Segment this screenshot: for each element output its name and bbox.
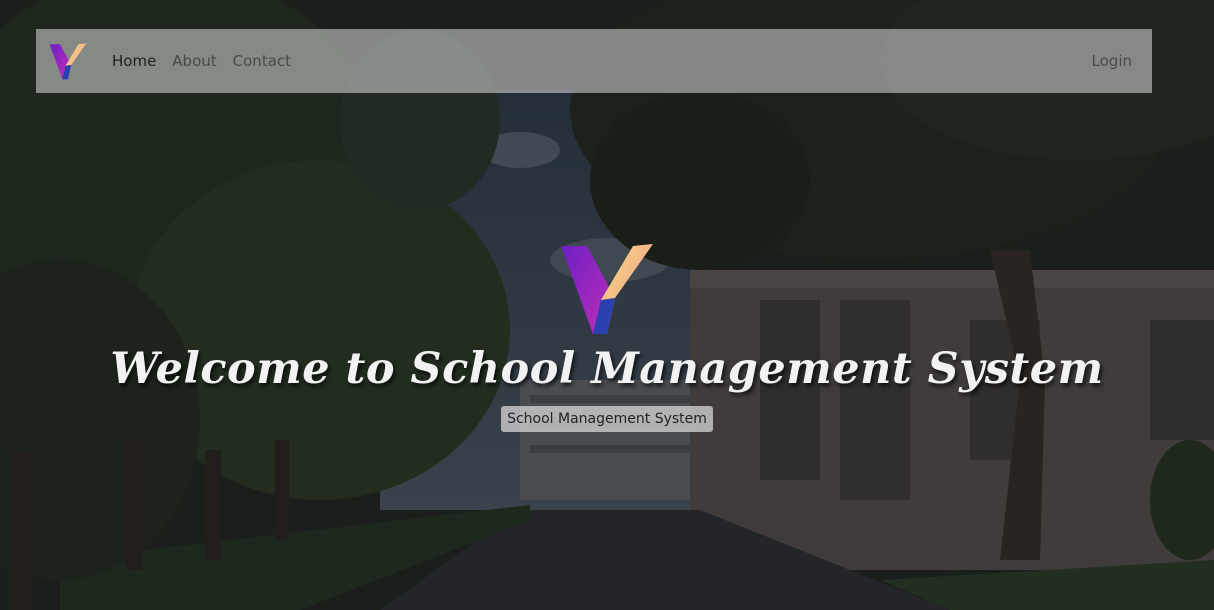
hero-section: Home About Contact Login Welcome to Scho… <box>0 0 1214 610</box>
top-navbar: Home About Contact Login <box>36 29 1152 93</box>
y-logo-icon <box>49 43 87 80</box>
y-logo-icon <box>561 244 653 334</box>
hero-content: Welcome to School Management System Scho… <box>0 238 1214 432</box>
login-link[interactable]: Login <box>1092 52 1132 70</box>
nav-link-about[interactable]: About <box>172 52 216 70</box>
nav-links: Home About Contact <box>112 52 307 70</box>
nav-link-contact[interactable]: Contact <box>233 52 291 70</box>
hero-subtitle-badge: School Management System <box>501 406 713 432</box>
nav-link-home[interactable]: Home <box>112 52 156 70</box>
brand-logo-link[interactable] <box>48 41 88 81</box>
hero-title: Welcome to School Management System <box>110 344 1104 394</box>
